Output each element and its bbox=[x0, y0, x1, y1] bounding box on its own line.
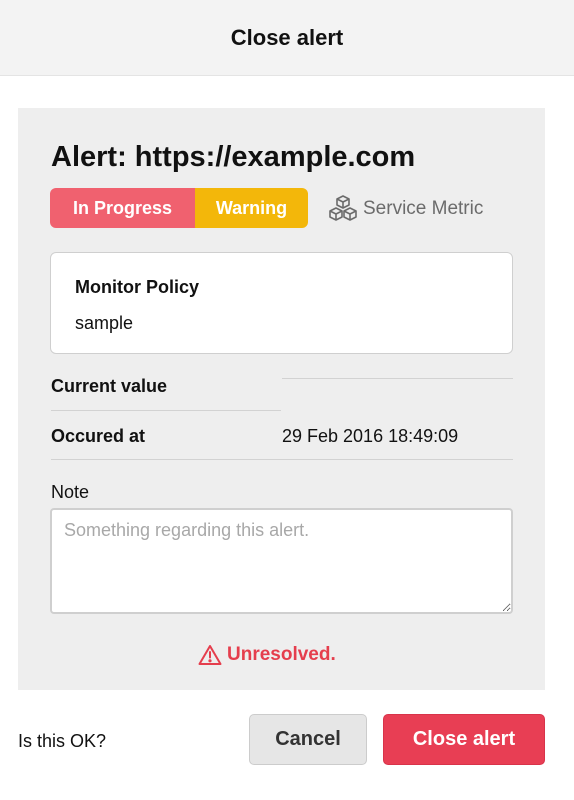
modal-title: Close alert bbox=[230, 24, 344, 50]
resolution-status: Unresolved. bbox=[198, 641, 336, 669]
confirmation-question: Is this OK? bbox=[18, 731, 107, 751]
modal-header: Close alert bbox=[0, 0, 574, 76]
note-label: Note bbox=[51, 482, 90, 502]
monitor-policy-value: sample bbox=[75, 313, 134, 333]
alert-type-label: Service Metric bbox=[363, 198, 484, 219]
current-value-label: Current value bbox=[51, 376, 168, 396]
warning-icon bbox=[198, 645, 222, 665]
alert-panel: Alert: https://example.com In Progress W… bbox=[18, 108, 545, 690]
alert-badges: In Progress Warning bbox=[50, 188, 308, 228]
occurred-at-divider bbox=[51, 459, 513, 460]
current-value-label-divider bbox=[51, 410, 281, 411]
alert-type: Service Metric bbox=[328, 195, 483, 223]
cancel-button[interactable]: Cancel bbox=[249, 714, 367, 765]
current-value-divider bbox=[282, 378, 513, 379]
monitor-policy-heading: Monitor Policy bbox=[75, 277, 200, 297]
occurred-at-value: 29 Feb 2016 18:49:09 bbox=[282, 426, 459, 446]
status-badge: In Progress bbox=[50, 188, 195, 228]
note-textarea[interactable] bbox=[50, 508, 513, 614]
close-alert-button[interactable]: Close alert bbox=[383, 714, 545, 765]
resolution-status-label: Unresolved. bbox=[227, 644, 336, 665]
monitor-policy-card: Monitor Policy sample bbox=[50, 252, 513, 354]
cubes-icon bbox=[329, 195, 357, 221]
level-badge: Warning bbox=[195, 188, 308, 228]
alert-title: Alert: https://example.com bbox=[51, 141, 416, 173]
occurred-at-label: Occured at bbox=[51, 426, 146, 446]
